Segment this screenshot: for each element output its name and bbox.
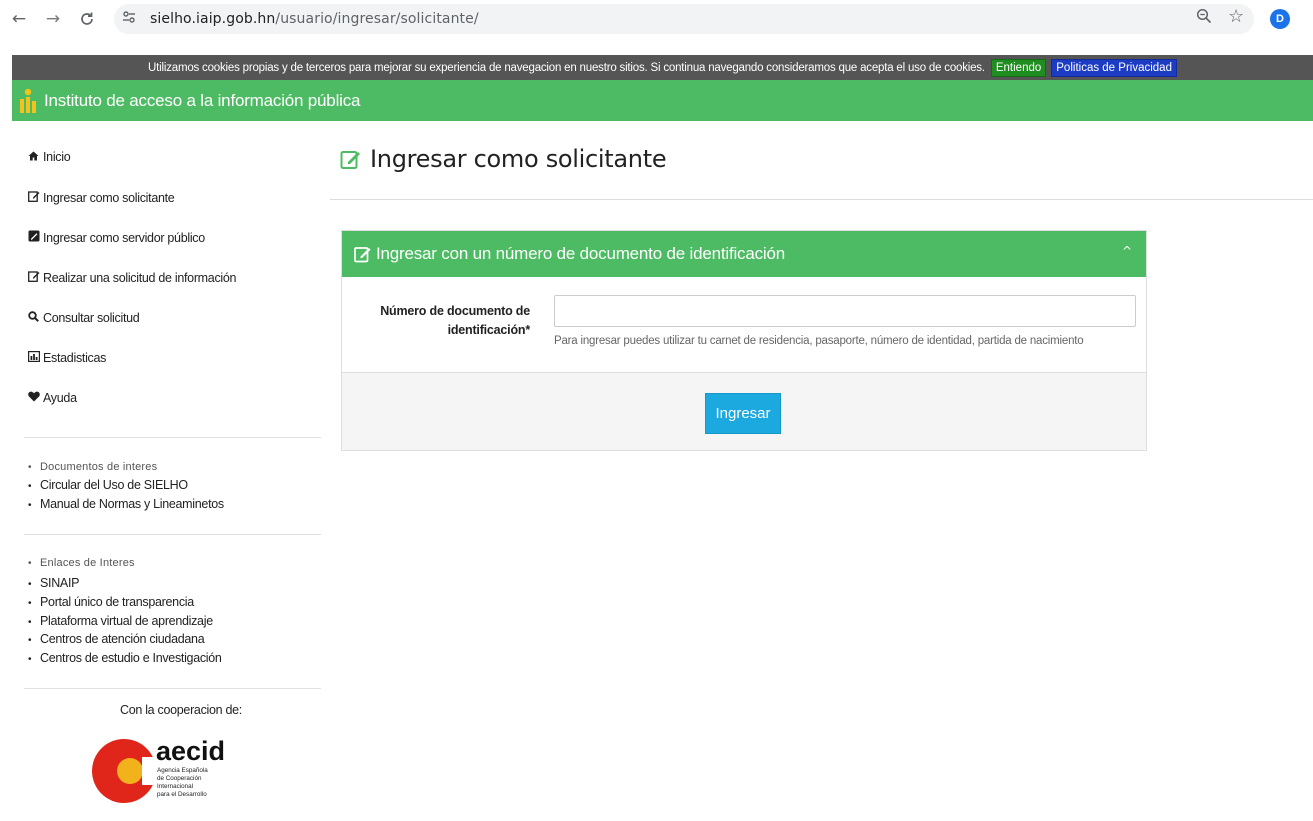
aecid-logo[interactable]: aecid Agencia Española de Cooperación In… <box>90 721 246 821</box>
aecid-line2: de Cooperación <box>157 775 202 782</box>
sidebar-item-label: Realizar una solicitud de información <box>43 270 237 285</box>
sidebar-item-consultar-solicitud[interactable]: Consultar solicitud <box>28 311 140 325</box>
sidebar-item-label: Ingresar como solicitante <box>43 190 175 205</box>
edit-icon <box>28 270 41 285</box>
field-label-line2: identificación* <box>447 323 531 337</box>
cooperation-label: Con la cooperacion de: <box>120 703 242 717</box>
sidebar-item-estadisticas[interactable]: Estadisticas <box>28 351 106 365</box>
sidebar-divider <box>24 534 321 535</box>
interest-link-centros-estudio[interactable]: Centros de estudio e Investigación <box>28 651 222 665</box>
home-icon <box>28 150 41 164</box>
edit-icon <box>28 190 41 205</box>
aecid-name: aecid <box>156 736 225 766</box>
sidebar-item-label: Ingresar como servidor público <box>43 230 205 245</box>
sidebar-item-label: Estadisticas <box>43 351 107 365</box>
links-section-title: Enlaces de Interes <box>28 557 135 569</box>
institute-logo-icon[interactable] <box>18 87 38 115</box>
forward-arrow-icon[interactable]: → <box>40 6 66 32</box>
back-arrow-icon[interactable]: ← <box>6 6 32 32</box>
edit-filled-icon <box>28 230 41 245</box>
cookie-message: Utilizamos cookies propias y de terceros… <box>148 61 985 74</box>
site-title[interactable]: Instituto de acceso a la información púb… <box>44 91 360 111</box>
sidebar: Inicio Ingresar como solicitante Ingresa… <box>12 121 321 821</box>
aecid-line4: para el Desarrollo <box>157 791 207 798</box>
sidebar-item-label: Inicio <box>43 150 71 164</box>
sidebar-item-ingresar-servidor[interactable]: Ingresar como servidor público <box>28 230 205 245</box>
document-link-manual[interactable]: Manual de Normas y Lineaminetos <box>28 497 224 511</box>
cookie-banner: Utilizamos cookies propias y de terceros… <box>12 55 1313 80</box>
title-divider <box>330 199 1313 200</box>
reload-icon[interactable] <box>74 6 100 32</box>
sidebar-divider <box>24 437 321 438</box>
ingresar-button[interactable]: Ingresar <box>705 393 781 434</box>
sidebar-item-label: Consultar solicitud <box>43 311 140 325</box>
sidebar-item-ingresar-solicitante[interactable]: Ingresar como solicitante <box>28 190 175 205</box>
sidebar-item-realizar-solicitud[interactable]: Realizar una solicitud de información <box>28 270 236 285</box>
edit-icon <box>340 151 360 169</box>
chart-icon <box>28 351 41 365</box>
panel-title: Ingresar con un número de documento de i… <box>376 244 785 263</box>
documents-section-title: Documentos de interes <box>28 461 157 473</box>
interest-link-plataforma[interactable]: Plataforma virtual de aprendizaje <box>28 614 213 628</box>
sidebar-item-inicio[interactable]: Inicio <box>28 150 71 164</box>
zoom-icon[interactable] <box>1196 8 1212 28</box>
profile-avatar[interactable]: D <box>1270 9 1290 29</box>
site-settings-icon[interactable] <box>122 11 150 27</box>
search-icon <box>28 311 41 325</box>
document-number-input[interactable] <box>554 295 1136 327</box>
sidebar-item-ayuda[interactable]: Ayuda <box>28 391 77 405</box>
heart-icon <box>28 391 41 405</box>
interest-link-centros-atencion[interactable]: Centros de atención ciudadana <box>28 632 205 646</box>
edit-icon <box>354 247 371 263</box>
sidebar-divider <box>24 688 321 689</box>
sidebar-item-label: Ayuda <box>43 391 77 405</box>
document-number-label: Número de documento de identificación* <box>360 302 530 340</box>
login-panel: Ingresar con un número de documento de i… <box>341 230 1147 451</box>
aecid-line1: Agencia Española <box>157 767 208 774</box>
site-header: Instituto de acceso a la información púb… <box>12 80 1313 121</box>
field-help-text: Para ingresar puedes utilizar tu carnet … <box>554 335 1084 347</box>
url-path: /usuario/ingresar/solicitante/ <box>275 11 479 27</box>
field-label-line1: Número de documento de <box>380 304 530 318</box>
chevron-up-icon[interactable]: ^ <box>1122 244 1132 258</box>
address-bar[interactable]: sielho.iaip.gob.hn/usuario/ingresar/soli… <box>114 4 1254 34</box>
cookie-accept-button[interactable]: Entiendo <box>990 58 1047 77</box>
panel-footer: Ingresar <box>342 373 1146 450</box>
panel-body: Número de documento de identificación* P… <box>342 277 1146 373</box>
privacy-policy-link[interactable]: Politicas de Privacidad <box>1051 58 1177 77</box>
interest-link-portal[interactable]: Portal único de transparencia <box>28 595 194 609</box>
url-text: sielho.iaip.gob.hn/usuario/ingresar/soli… <box>150 11 479 27</box>
interest-link-sinaip[interactable]: SINAIP <box>28 576 79 590</box>
page-title: Ingresar como solicitante <box>340 145 667 173</box>
browser-toolbar: ← → sielho.iaip.gob.hn/usuario/ingresar/… <box>0 0 1313 39</box>
aecid-line3: Internacional <box>157 783 193 790</box>
url-host: sielho.iaip.gob.hn <box>150 11 276 27</box>
panel-header[interactable]: Ingresar con un número de documento de i… <box>342 231 1146 277</box>
bookmark-star-icon[interactable]: ☆ <box>1228 6 1244 27</box>
document-link-circular[interactable]: Circular del Uso de SIELHO <box>28 478 188 492</box>
page-title-text: Ingresar como solicitante <box>370 145 667 173</box>
